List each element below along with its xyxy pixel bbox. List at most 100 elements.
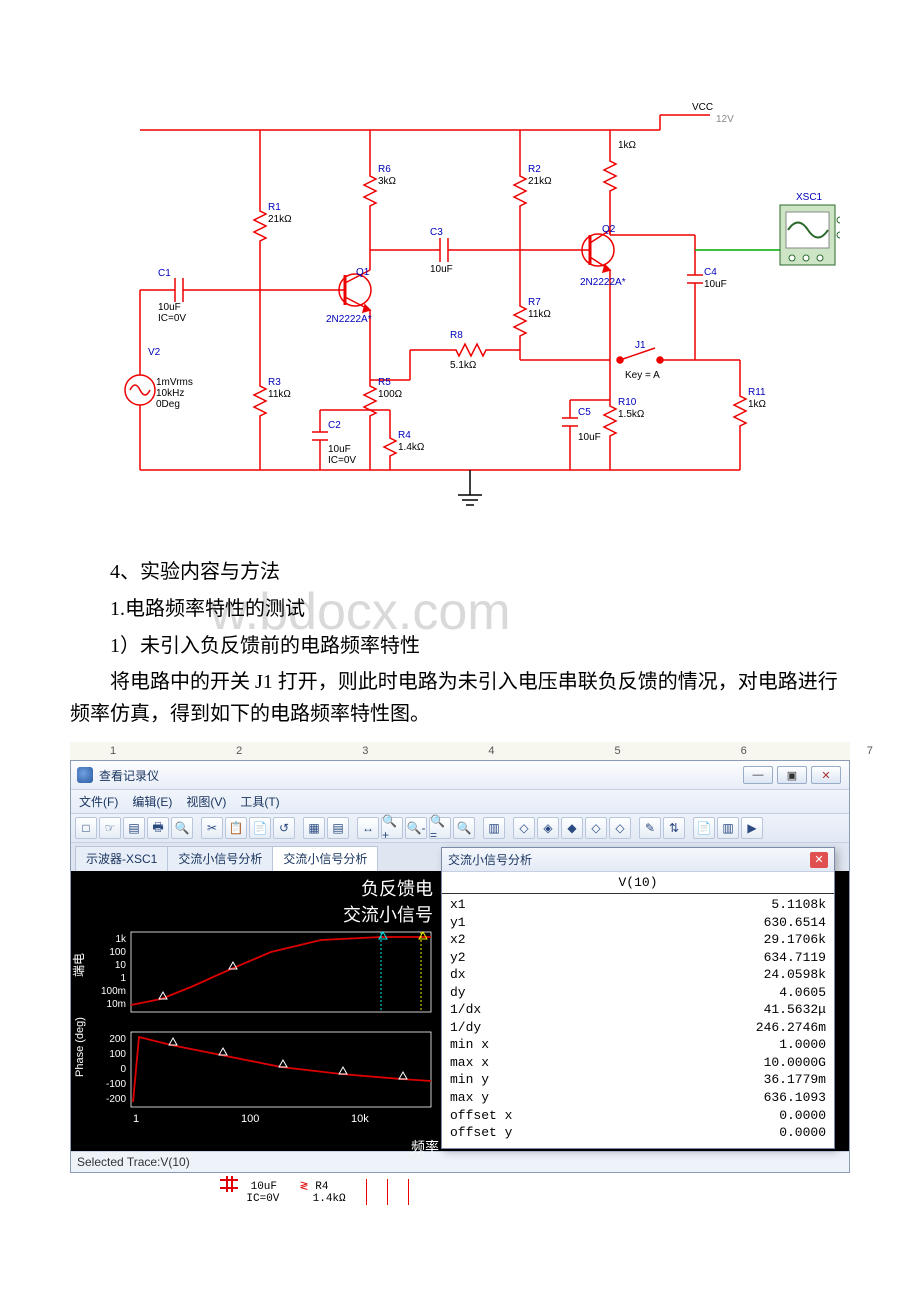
toolbar-button[interactable]: 🔍= (429, 817, 451, 839)
svg-text:0Deg: 0Deg (156, 399, 180, 410)
chart-title-1: 负反馈电 (71, 875, 433, 901)
analysis-row: offset y0.0000 (450, 1124, 826, 1142)
svg-text:1kΩ: 1kΩ (748, 399, 767, 410)
analysis-close-button[interactable]: ✕ (810, 852, 828, 868)
toolbar-button[interactable]: ▤ (327, 817, 349, 839)
analysis-row: y1630.6514 (450, 914, 826, 932)
svg-text:10uF: 10uF (704, 279, 727, 290)
svg-text:100: 100 (109, 947, 126, 958)
toolbar-button[interactable]: 🖶 (147, 817, 169, 839)
close-button[interactable]: ✕ (811, 766, 841, 784)
analysis-row: 1/dy246.2746m (450, 1019, 826, 1037)
toolbar-button[interactable]: ☞ (99, 817, 121, 839)
svg-text:1mVrms: 1mVrms (156, 377, 193, 388)
cursor-analysis-panel[interactable]: 交流小信号分析 ✕ V(10) x15.1108ky1630.6514x229.… (441, 847, 835, 1149)
toolbar-button[interactable]: 🔍 (171, 817, 193, 839)
analysis-row: min y36.1779m (450, 1071, 826, 1089)
svg-text:R8: R8 (450, 330, 463, 341)
svg-text:C5: C5 (578, 407, 591, 418)
svg-text:R3: R3 (268, 377, 281, 388)
toolbar-button[interactable]: ▥ (483, 817, 505, 839)
analysis-row: y2634.7119 (450, 949, 826, 967)
plot-area: 负反馈电 交流小信号 1k 100 10 1 100m 10m (71, 871, 849, 1151)
svg-text:100Ω: 100Ω (378, 389, 403, 400)
svg-text:10uF: 10uF (328, 444, 351, 455)
toolbar-button[interactable]: ◇ (513, 817, 535, 839)
svg-text:21kΩ: 21kΩ (528, 176, 552, 187)
tab-ac-1[interactable]: 交流小信号分析 (167, 846, 273, 871)
subsection-1-1: 1）未引入负反馈前的电路频率特性 (110, 629, 850, 658)
menu-edit[interactable]: 编辑(E) (132, 793, 172, 810)
toolbar-button[interactable]: 🔍+ (381, 817, 403, 839)
window-titlebar[interactable]: 查看记录仪 — ▣ ✕ (71, 761, 849, 790)
tab-scope[interactable]: 示波器-XSC1 (75, 846, 168, 871)
toolbar-button[interactable]: ▶ (741, 817, 763, 839)
svg-text:J1: J1 (635, 340, 646, 351)
svg-text:1: 1 (120, 973, 126, 984)
tab-ac-2[interactable]: 交流小信号分析 (272, 846, 378, 871)
svg-text:Phase (deg): Phase (deg) (74, 1017, 86, 1077)
oscilloscope-icon (780, 205, 840, 265)
subsection-1: 1.电路频率特性的测试 (110, 592, 850, 621)
menu-bar: 文件(F) 编辑(E) 视图(V) 工具(T) (71, 790, 849, 814)
toolbar-button[interactable]: ✎ (639, 817, 661, 839)
svg-text:1kΩ: 1kΩ (618, 140, 637, 151)
svg-text:11kΩ: 11kΩ (268, 389, 291, 400)
maximize-button[interactable]: ▣ (777, 766, 807, 784)
menu-file[interactable]: 文件(F) (79, 793, 118, 810)
toolbar-button[interactable]: 📄 (693, 817, 715, 839)
svg-text:0: 0 (120, 1064, 126, 1075)
minimize-button[interactable]: — (743, 766, 773, 784)
toolbar-button[interactable]: ▦ (303, 817, 325, 839)
svg-text:10k: 10k (351, 1113, 369, 1125)
svg-text:R4: R4 (398, 430, 411, 441)
toolbar-button[interactable]: ◇ (609, 817, 631, 839)
svg-text:10: 10 (115, 960, 127, 971)
svg-text:R10: R10 (618, 397, 637, 408)
schematic-snippet: 10uF IC=0V ≷ R4 1.4kΩ (70, 1173, 920, 1205)
circuit-svg: VCC 12V R1 21kΩ R6 3kΩ R2 21kΩ 1kΩ C1 10… (80, 100, 840, 510)
toolbar-button[interactable]: ▥ (717, 817, 739, 839)
svg-text:10m: 10m (107, 999, 126, 1010)
svg-text:3kΩ: 3kΩ (378, 176, 397, 187)
toolbar-button[interactable]: 📋 (225, 817, 247, 839)
toolbar-button[interactable]: 📄 (249, 817, 271, 839)
toolbar-button[interactable]: 🔍 (453, 817, 475, 839)
svg-text:IC=0V: IC=0V (328, 455, 356, 466)
svg-text:V2: V2 (148, 347, 161, 358)
grapher-window-screenshot: 1 2 3 4 5 6 7 查看记录仪 — ▣ ✕ 文件(F) 编辑(E) 视图… (70, 742, 850, 1205)
toolbar-button[interactable]: ⇅ (663, 817, 685, 839)
resistor-icon: ≷ (299, 1179, 308, 1193)
analysis-row: 1/dx41.5632μ (450, 1001, 826, 1019)
analysis-row: min x1.0000 (450, 1036, 826, 1054)
toolbar-button[interactable]: ↔ (357, 817, 379, 839)
menu-view[interactable]: 视图(V) (186, 793, 226, 810)
toolbar-button[interactable]: □ (75, 817, 97, 839)
analysis-row: max x10.0000G (450, 1054, 826, 1072)
svg-text:100: 100 (109, 1049, 126, 1060)
svg-text:1k: 1k (115, 934, 127, 945)
toolbar-button[interactable]: ▤ (123, 817, 145, 839)
svg-text:200: 200 (109, 1034, 126, 1045)
toolbar-button[interactable]: 🔍- (405, 817, 427, 839)
svg-text:2N2222A*: 2N2222A* (326, 314, 372, 325)
svg-text:R7: R7 (528, 297, 541, 308)
svg-text:10kHz: 10kHz (156, 388, 184, 399)
toolbar-button[interactable]: ◇ (585, 817, 607, 839)
svg-text:10uF: 10uF (430, 264, 453, 275)
svg-text:12V: 12V (716, 114, 734, 125)
toolbar-button[interactable]: ◈ (537, 817, 559, 839)
toolbar: □☞▤🖶🔍✂📋📄↺▦▤↔🔍+🔍-🔍=🔍▥◇◈◆◇◇✎⇅📄▥▶ (71, 814, 849, 843)
menu-tools[interactable]: 工具(T) (240, 793, 279, 810)
svg-text:1.5kΩ: 1.5kΩ (618, 409, 645, 420)
toolbar-button[interactable]: ✂ (201, 817, 223, 839)
toolbar-button[interactable]: ◆ (561, 817, 583, 839)
analysis-panel-title: 交流小信号分析 (448, 851, 532, 868)
svg-text:C2: C2 (328, 420, 341, 431)
chart-title-2: 交流小信号 (71, 901, 433, 927)
toolbar-button[interactable]: ↺ (273, 817, 295, 839)
svg-text:-200: -200 (106, 1094, 126, 1105)
svg-text:11kΩ: 11kΩ (528, 309, 551, 320)
analysis-row: dx24.0598k (450, 966, 826, 984)
svg-text:R5: R5 (378, 377, 391, 388)
